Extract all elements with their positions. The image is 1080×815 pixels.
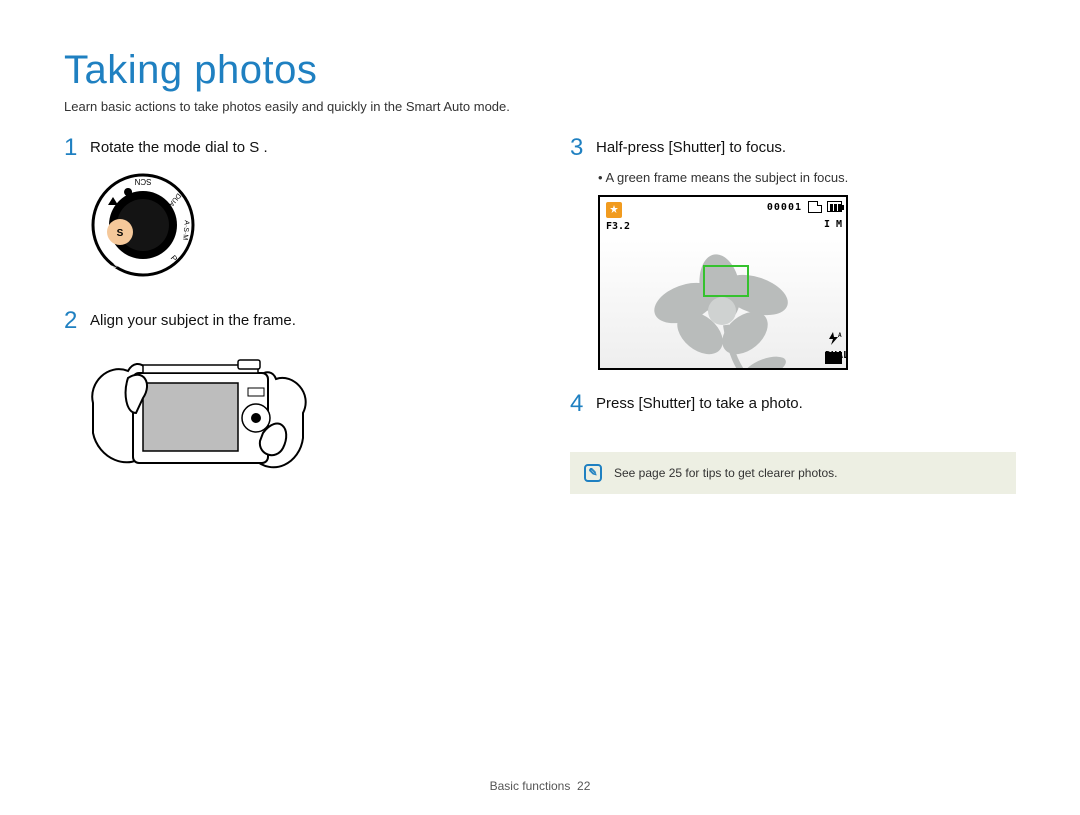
right-column: 3 Half-press [Shutter] to focus. A green… — [570, 136, 1016, 512]
scene-mode-icon — [606, 202, 622, 218]
step-text: Align your subject in the frame. — [90, 309, 296, 329]
intro-text: Learn basic actions to take photos easil… — [64, 99, 1016, 114]
image-size-indicator: I M — [824, 219, 842, 230]
lcd-preview-icon: F3.2 00001 I M A DUAL — [598, 195, 848, 370]
page-footer: Basic functions 22 — [0, 779, 1080, 793]
step-number: 1 — [64, 136, 90, 160]
flash-icon: A — [826, 331, 842, 346]
footer-page-number: 22 — [577, 779, 590, 793]
step-text: Rotate the mode dial to S . — [90, 136, 268, 156]
left-column: 1 Rotate the mode dial to S . S SCN DUAL… — [64, 136, 510, 512]
step-number: 2 — [64, 309, 90, 333]
aperture-value: F3.2 — [606, 221, 630, 232]
camera-hold-icon — [88, 343, 510, 488]
svg-text:A: A — [838, 332, 842, 339]
step-number: 4 — [570, 392, 596, 416]
step-3-bullet: A green frame means the subject in focus… — [598, 170, 1016, 185]
shot-counter: 00001 — [767, 202, 802, 213]
stabilization-icon: DUAL — [825, 352, 842, 364]
step-3: 3 Half-press [Shutter] to focus. — [570, 136, 1016, 160]
footer-section: Basic functions — [490, 779, 571, 793]
focus-frame-icon — [703, 265, 749, 297]
battery-icon — [827, 201, 842, 212]
step-number: 3 — [570, 136, 596, 160]
memory-card-icon — [808, 201, 822, 213]
step-2: 2 Align your subject in the frame. — [64, 309, 510, 333]
step-4: 4 Press [Shutter] to take a photo. — [570, 392, 1016, 416]
scene-flower-icon — [630, 233, 820, 370]
step-1: 1 Rotate the mode dial to S . — [64, 136, 510, 160]
mode-dial-icon: S SCN DUAL A·S·M P AUTO — [88, 170, 510, 285]
manual-page: Taking photos Learn basic actions to tak… — [0, 0, 1080, 815]
step-text: Half-press [Shutter] to focus. — [596, 136, 786, 156]
note-text: See page 25 for tips to get clearer phot… — [614, 466, 837, 480]
svg-text:S: S — [117, 228, 124, 239]
step-text: Press [Shutter] to take a photo. — [596, 392, 803, 412]
svg-text:SCN: SCN — [134, 177, 151, 186]
tip-callout: ✎ See page 25 for tips to get clearer ph… — [570, 452, 1016, 494]
page-title: Taking photos — [64, 48, 1016, 93]
two-column-layout: 1 Rotate the mode dial to S . S SCN DUAL… — [64, 136, 1016, 512]
note-icon: ✎ — [584, 464, 602, 482]
